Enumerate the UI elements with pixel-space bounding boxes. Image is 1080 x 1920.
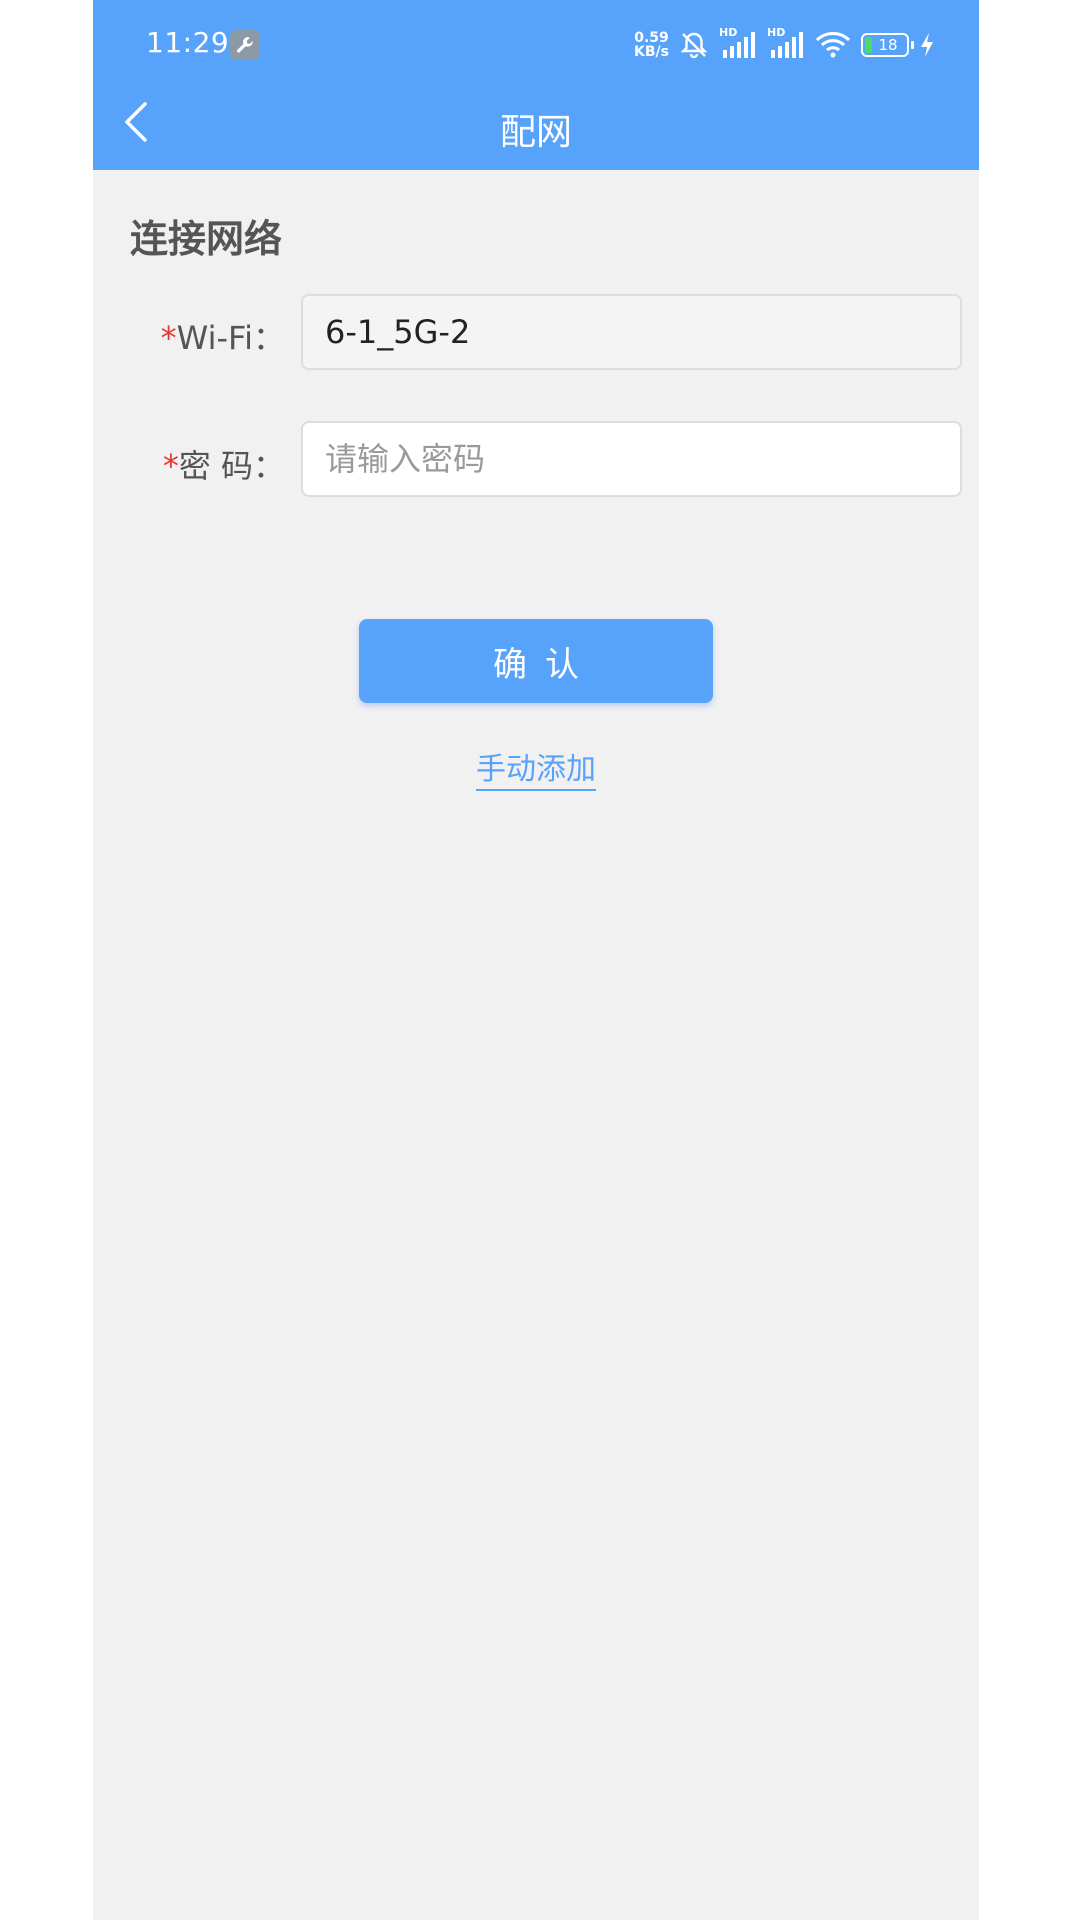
page-title: 配网 <box>499 112 572 153</box>
battery-icon: 18 <box>861 33 914 57</box>
charging-bolt-icon <box>921 33 933 57</box>
wifi-label: *Wi-Fi： <box>160 319 285 357</box>
manual-add-link[interactable]: 手动添加 <box>476 752 596 791</box>
required-mark: * <box>160 319 177 357</box>
manual-add-link-wrap: 手动添加 <box>93 744 979 791</box>
wrench-icon <box>230 30 260 60</box>
required-mark: * <box>162 447 179 485</box>
status-time: 11:29 <box>146 26 230 59</box>
net-speed: 0.59 KB/s <box>634 30 669 60</box>
app-screen: 11:29 0.59 KB/s HD HD 18 配网 连接网络 *Wi-Fi：… <box>93 0 979 1920</box>
status-icons: 0.59 KB/s HD HD 18 <box>634 26 935 62</box>
wifi-icon <box>815 32 851 58</box>
section-title: 连接网络 <box>130 217 283 261</box>
password-label: *密 码： <box>162 447 285 485</box>
signal-icon-1: HD <box>719 26 757 60</box>
confirm-button[interactable]: 确认 <box>359 619 713 703</box>
signal-icon-2: HD <box>767 26 805 60</box>
bell-muted-icon <box>680 32 708 59</box>
app-header: 11:29 0.59 KB/s HD HD 18 配网 <box>93 0 979 170</box>
password-input[interactable] <box>301 421 962 497</box>
wifi-ssid-input[interactable] <box>301 294 962 370</box>
